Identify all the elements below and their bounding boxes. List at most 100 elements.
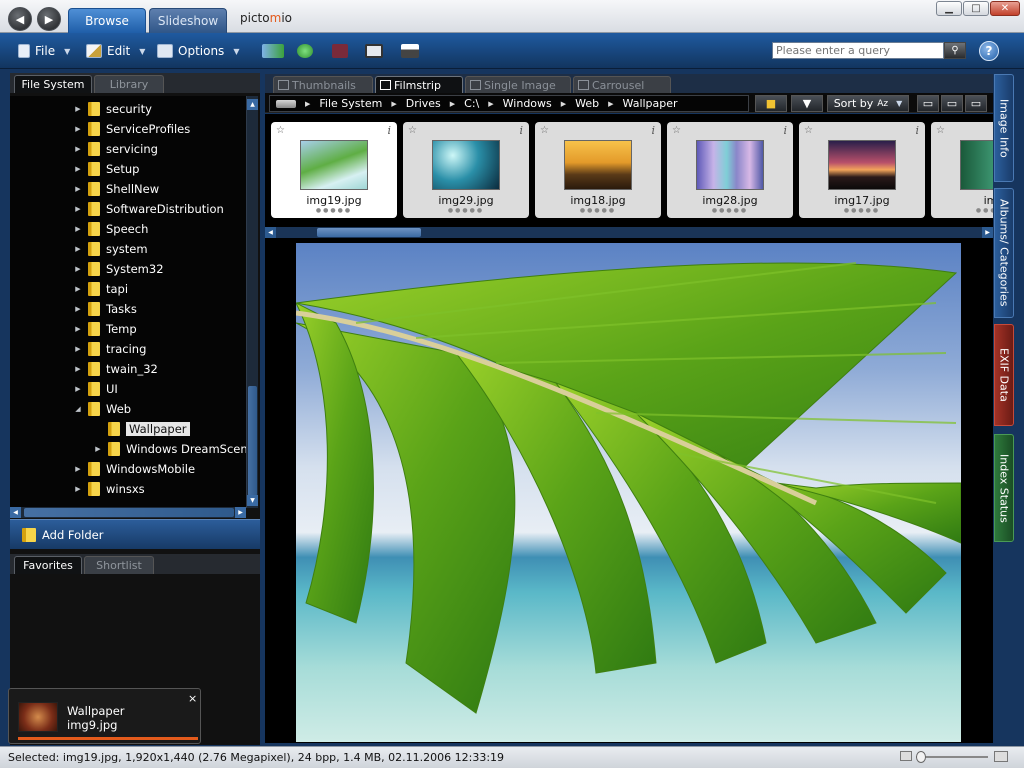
tree-item[interactable]: ▶ winsxs — [74, 479, 145, 499]
zoom-track[interactable] — [916, 756, 988, 758]
breadcrumb-item[interactable]: Windows — [503, 97, 552, 110]
expand-arrow-icon[interactable]: ▶ — [74, 205, 82, 213]
filter-button[interactable]: ▼ — [791, 95, 823, 112]
popup-close-icon[interactable]: × — [188, 692, 197, 705]
tab-thumbnails[interactable]: Thumbnails — [273, 76, 373, 93]
star-icon[interactable]: ☆ — [276, 125, 285, 136]
filmstrip-scrollbar[interactable]: ◀ ▶ — [265, 227, 993, 238]
expand-arrow-icon[interactable]: ▶ — [74, 165, 82, 173]
folder-up-button[interactable]: ■ — [755, 95, 787, 112]
tree-item[interactable]: ▶ security — [74, 99, 152, 119]
tab-image-info[interactable]: Image Info — [994, 74, 1014, 182]
thumbnail-item[interactable]: ☆ i img17.jpg ●●●●● — [799, 122, 925, 218]
tree-item[interactable]: ▶ Windows DreamScene — [94, 439, 246, 459]
expand-arrow-icon[interactable]: ▶ — [94, 445, 102, 453]
breadcrumb-item[interactable]: Wallpaper — [623, 97, 678, 110]
zoom-thumb[interactable] — [916, 751, 926, 763]
minimize-button[interactable]: ▁ — [936, 1, 962, 16]
view-size-large-button[interactable]: ▭ — [965, 95, 987, 112]
scroll-thumb[interactable] — [248, 386, 257, 496]
expand-arrow-icon[interactable]: ▶ — [74, 285, 82, 293]
tab-slideshow[interactable]: Slideshow — [149, 8, 227, 33]
thumbnail-item[interactable]: ☆ i img19.jpg ●●●●● — [271, 122, 397, 218]
tree-item-selected[interactable]: Wallpaper — [94, 419, 190, 439]
tree-item[interactable]: ▶ twain_32 — [74, 359, 158, 379]
tab-shortlist[interactable]: Shortlist — [84, 556, 154, 574]
expand-arrow-icon[interactable]: ▶ — [74, 485, 82, 493]
scroll-left-icon[interactable]: ◀ — [265, 227, 276, 238]
back-button[interactable]: ◀ — [8, 7, 32, 31]
info-icon[interactable]: i — [387, 124, 391, 137]
thumbnail-item[interactable]: ☆ i img29.jpg ●●●●● — [403, 122, 529, 218]
breadcrumb-item[interactable]: Web — [575, 97, 599, 110]
forward-button[interactable]: ▶ — [37, 7, 61, 31]
sort-dropdown[interactable]: Sort by Az ▼ — [827, 95, 909, 112]
star-icon[interactable]: ☆ — [408, 125, 417, 136]
search-button[interactable]: ⚲ — [944, 42, 966, 59]
tree-item[interactable]: ▶ Setup — [74, 159, 139, 179]
expand-arrow-icon[interactable]: ▶ — [74, 185, 82, 193]
tab-carrousel[interactable]: Carrousel — [573, 76, 671, 93]
view-size-small-button[interactable]: ▭ — [917, 95, 939, 112]
expand-arrow-icon[interactable]: ▶ — [74, 125, 82, 133]
expand-arrow-icon[interactable]: ▶ — [74, 265, 82, 273]
refresh-button[interactable] — [297, 42, 313, 60]
breadcrumb-item[interactable]: File System — [319, 97, 382, 110]
tab-filmstrip[interactable]: Filmstrip — [375, 76, 463, 93]
star-icon[interactable]: ☆ — [936, 125, 945, 136]
expand-arrow-icon[interactable]: ▶ — [74, 225, 82, 233]
thumbnail-item[interactable]: ☆ i img18.jpg ●●●●● — [535, 122, 661, 218]
tree-horizontal-scrollbar[interactable]: ◀ ▶ — [10, 507, 246, 518]
info-icon[interactable]: i — [519, 124, 523, 137]
rating-dots[interactable]: ●●●●● — [535, 207, 661, 214]
expand-arrow-icon[interactable]: ▶ — [74, 305, 82, 313]
notification-popup[interactable]: Wallpaper img9.jpg × — [8, 688, 201, 744]
scroll-thumb[interactable] — [24, 508, 234, 517]
rating-dots[interactable]: ●●●●● — [271, 207, 397, 214]
stop-button[interactable] — [332, 42, 348, 60]
tab-browse[interactable]: Browse — [68, 8, 146, 33]
expand-arrow-icon[interactable]: ▶ — [74, 145, 82, 153]
tab-single-image[interactable]: Single Image — [465, 76, 571, 93]
info-icon[interactable]: i — [915, 124, 919, 137]
star-icon[interactable]: ☆ — [804, 125, 813, 136]
tab-albums-categories[interactable]: Albums/ Categories — [994, 188, 1014, 318]
rating-dots[interactable]: ●●●●● — [667, 207, 793, 214]
image-viewer[interactable] — [265, 238, 993, 743]
rating-dots[interactable]: ●●●●● — [931, 207, 993, 214]
tree-item[interactable]: ▶ servicing — [74, 139, 158, 159]
tree-item[interactable]: ▶ SoftwareDistribution — [74, 199, 224, 219]
search-input[interactable] — [772, 42, 944, 59]
tree-item[interactable]: ▶ UI — [74, 379, 118, 399]
thumbnail-item[interactable]: ☆ i img28.jpg ●●●●● — [667, 122, 793, 218]
tree-vertical-scrollbar[interactable]: ▲ ▼ — [246, 96, 258, 508]
tree-item[interactable]: ▶ ServiceProfiles — [74, 119, 190, 139]
expand-arrow-icon[interactable]: ▶ — [74, 385, 82, 393]
tree-item[interactable]: ▶ tapi — [74, 279, 128, 299]
tree-item[interactable]: ◢ Web — [74, 399, 131, 419]
zoom-out-icon[interactable] — [900, 751, 912, 761]
tree-item[interactable]: ▶ Tasks — [74, 299, 137, 319]
tree-item[interactable]: ▶ tracing — [74, 339, 146, 359]
tree-item[interactable]: ▶ WindowsMobile — [74, 459, 195, 479]
help-button[interactable]: ? — [979, 41, 999, 61]
view-size-medium-button[interactable]: ▭ — [941, 95, 963, 112]
rating-dots[interactable]: ●●●●● — [799, 207, 925, 214]
maximize-button[interactable]: □ — [963, 1, 989, 16]
tab-file-system[interactable]: File System — [14, 75, 92, 93]
tab-library[interactable]: Library — [94, 75, 164, 93]
tab-favorites[interactable]: Favorites — [14, 556, 82, 574]
breadcrumb-item[interactable]: Drives — [406, 97, 441, 110]
scroll-thumb[interactable] — [317, 228, 421, 237]
scroll-right-icon[interactable]: ▶ — [982, 227, 993, 238]
expand-arrow-icon[interactable]: ▶ — [74, 105, 82, 113]
move-to-button[interactable] — [262, 42, 284, 60]
expand-arrow-icon[interactable]: ▶ — [74, 245, 82, 253]
star-icon[interactable]: ☆ — [672, 125, 681, 136]
tree-item[interactable]: ▶ Speech — [74, 219, 148, 239]
rating-dots[interactable]: ●●●●● — [403, 207, 529, 214]
zoom-slider[interactable] — [900, 750, 1010, 764]
expand-arrow-icon[interactable]: ▶ — [74, 465, 82, 473]
add-folder-button[interactable]: Add Folder — [10, 519, 260, 549]
tab-index-status[interactable]: Index Status — [994, 434, 1014, 542]
